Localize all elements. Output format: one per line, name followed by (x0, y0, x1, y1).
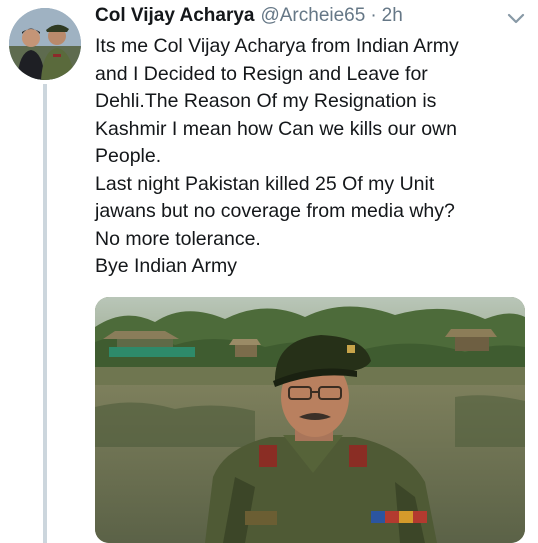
tweet-text: Its me Col Vijay Acharya from Indian Arm… (95, 33, 525, 281)
tweet-text-line: Bye Indian Army (95, 255, 237, 277)
tweet-text-line: Last night Pakistan killed 25 Of my Unit (95, 172, 435, 195)
tweet-text-line: Kashmir I mean how Can we kills our own (95, 117, 457, 140)
tweet-header: Col Vijay Acharya @Archeie65 · 2h (95, 5, 403, 31)
tweet-text-line: Dehli.The Reason Of my Resignation is (95, 90, 437, 112)
avatar[interactable] (9, 8, 81, 80)
tweet-text-line: No more tolerance. (95, 227, 261, 250)
timestamp[interactable]: 2h (382, 5, 403, 27)
tweet-text-line: Its me Col Vijay Acharya from Indian Arm… (95, 35, 459, 57)
tweet-photo[interactable] (95, 297, 525, 543)
handle[interactable]: @Archeie65 (260, 5, 365, 27)
separator-dot: · (370, 5, 377, 26)
tweet[interactable]: Col Vijay Acharya @Archeie65 · 2h Its me… (0, 0, 538, 543)
tweet-text-line: jawans but no coverage from media why? (95, 200, 455, 222)
chevron-down-icon[interactable] (507, 12, 525, 26)
tweet-text-line: and I Decided to Resign and Leave for (95, 62, 428, 85)
thread-line (43, 84, 47, 543)
display-name[interactable]: Col Vijay Acharya (95, 5, 254, 27)
tweet-text-line: People. (95, 145, 162, 167)
